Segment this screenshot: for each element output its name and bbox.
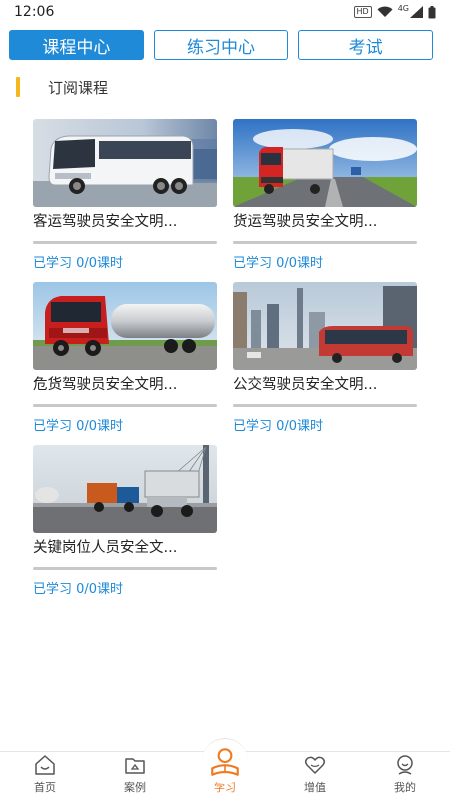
- hd-badge: HD: [353, 6, 372, 18]
- course-status: 已学习 0/0课时: [33, 582, 124, 597]
- tab-label: 练习中心: [187, 37, 255, 58]
- course-title: 货运驾驶员安全文明...: [233, 214, 378, 230]
- battery-icon: [428, 5, 436, 18]
- section-header: 订阅课程: [16, 76, 108, 98]
- course-card-passenger[interactable]: 客运驾驶员安全文明... 已学习 0/0课时: [33, 119, 217, 271]
- nav-label: 增值: [304, 781, 326, 794]
- course-card-freight[interactable]: 货运驾驶员安全文明... 已学习 0/0课时: [233, 119, 417, 271]
- course-status: 已学习 0/0课时: [233, 256, 324, 271]
- progress-bar: [33, 241, 217, 244]
- course-title: 客运驾驶员安全文明...: [33, 214, 178, 230]
- course-status: 已学习 0/0课时: [33, 256, 124, 271]
- cargo-trucks-bridge-image: [33, 445, 217, 533]
- course-card-hazmat[interactable]: 危货驾驶员安全文明... 已学习 0/0课时: [33, 282, 217, 434]
- status-bar: 12:06 HD 4G: [0, 0, 450, 24]
- case-folder-icon: [125, 758, 145, 774]
- home-icon: [35, 755, 55, 775]
- course-title: 公交驾驶员安全文明...: [233, 377, 378, 393]
- nav-label: 我的: [394, 781, 416, 794]
- tab-practice-center[interactable]: 练习中心: [153, 30, 289, 60]
- course-status: 已学习 0/0课时: [233, 419, 324, 434]
- nav-label: 案例: [124, 781, 146, 794]
- signal-icon: [410, 6, 423, 18]
- course-title: 关键岗位人员安全文...: [33, 540, 178, 556]
- section-title: 订阅课程: [48, 78, 109, 97]
- nav-active-bubble: [202, 738, 248, 784]
- course-card-key-positions[interactable]: 关键岗位人员安全文... 已学习 0/0课时: [33, 445, 217, 597]
- tab-label: 考试: [348, 37, 383, 58]
- red-freight-truck-image: [233, 119, 417, 207]
- study-reader-icon: [211, 747, 239, 776]
- nav-cases[interactable]: 案例: [90, 752, 180, 800]
- wifi-icon: [377, 6, 393, 17]
- course-title: 危货驾驶员安全文明...: [33, 377, 178, 393]
- tanker-truck-image: [33, 282, 217, 370]
- top-tabs: 课程中心 练习中心 考试: [9, 30, 434, 60]
- status-icons: HD 4G: [353, 3, 436, 19]
- section-accent-bar: [16, 77, 20, 97]
- profile-icon: [397, 755, 413, 775]
- nav-label: 首页: [34, 781, 56, 794]
- nav-profile[interactable]: 我的: [360, 752, 450, 800]
- course-card-bus[interactable]: 公交驾驶员安全文明... 已学习 0/0课时: [233, 282, 417, 434]
- tab-label: 课程中心: [42, 37, 111, 58]
- status-time: 12:06: [14, 4, 55, 20]
- nav-study[interactable]: 学习: [180, 738, 270, 800]
- heart-icon: [304, 756, 326, 774]
- coach-bus-image: [33, 119, 217, 207]
- tab-exam[interactable]: 考试: [298, 30, 434, 60]
- progress-bar: [33, 404, 217, 407]
- nav-value-added[interactable]: 增值: [270, 752, 360, 800]
- progress-bar: [233, 404, 417, 407]
- course-status: 已学习 0/0课时: [33, 419, 124, 434]
- progress-bar: [33, 567, 217, 570]
- network-type-label: 4G: [397, 3, 409, 13]
- bottom-nav: 首页 案例 学习 增值 我的: [0, 738, 450, 800]
- progress-bar: [233, 241, 417, 244]
- nav-home[interactable]: 首页: [0, 752, 90, 800]
- city-bus-image: [233, 282, 417, 370]
- tab-course-center[interactable]: 课程中心: [9, 30, 144, 60]
